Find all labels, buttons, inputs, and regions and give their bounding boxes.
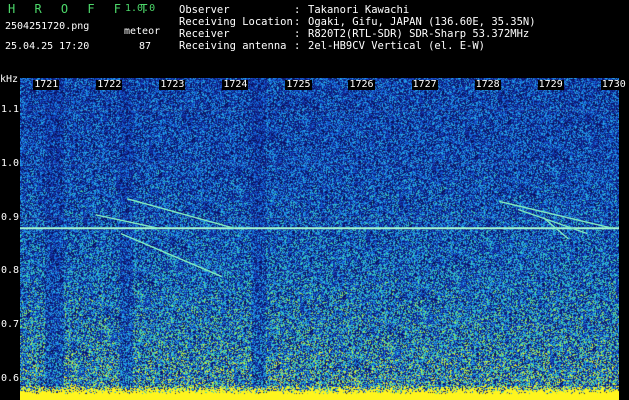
time-tick-label: 1729	[537, 79, 564, 90]
meteor-trace-1	[127, 198, 235, 229]
observer-value: Takanori Kawachi	[308, 4, 410, 16]
time-tick-label: 1722	[96, 79, 123, 90]
spectrogram	[20, 78, 619, 400]
time-tick-label: 1726	[348, 79, 375, 90]
spectrogram-overlay	[20, 109, 619, 379]
time-tick-label: 1721	[33, 79, 60, 90]
frequency-tick-label: 1.1	[1, 104, 20, 116]
receiver-key: Receiver	[179, 28, 230, 40]
time-tick-label: 1724	[222, 79, 249, 90]
frequency-tick-label: 0.7	[1, 318, 20, 330]
time-tick-label: 1723	[159, 79, 186, 90]
receiver-value: R820T2(RTL-SDR) SDR-Sharp 53.372MHz	[308, 28, 530, 40]
hrofft-window: H R O F F T 1.0.0 2504251720.png 25.04.2…	[0, 0, 629, 400]
meteor-trace-3	[95, 214, 159, 229]
meteor-trace-4	[499, 200, 613, 229]
observer-key: Observer	[179, 4, 230, 16]
file-name: 2504251720.png	[5, 21, 90, 32]
detection-mode: meteor	[124, 26, 161, 37]
observer-row: Observer: Takanori Kawachi	[179, 4, 410, 16]
frequency-tick-label: 0.9	[1, 211, 20, 223]
meteor-trace-2	[120, 232, 223, 278]
antenna-value: 2el-HB9CV Vertical (el. E-W)	[308, 40, 486, 52]
frequency-tick-label: 0.8	[1, 265, 20, 277]
time-tick-label: 1730	[600, 79, 627, 90]
time-tick-label: 1727	[411, 79, 438, 90]
frequency-tick-label: 0.6	[1, 372, 20, 384]
app-version: 1.0.0	[125, 3, 156, 14]
observation-datetime: 25.04.25 17:20	[5, 41, 90, 52]
location-row: Receiving Location: Ogaki, Gifu, JAPAN (1…	[179, 16, 536, 28]
frequency-unit-label: kHz	[0, 74, 19, 85]
meteor-count: 87	[139, 41, 152, 52]
receiver-row: Receiver: R820T2(RTL-SDR) SDR-Sharp 53.37…	[179, 28, 530, 40]
antenna-row: Receiving antenna:2el-HB9CV Vertical (el…	[179, 40, 486, 52]
antenna-key: Receiving antenna	[179, 40, 287, 52]
frequency-tick-label: 1.0	[1, 157, 20, 169]
meteor-trace-5	[517, 208, 588, 235]
time-tick-label: 1725	[285, 79, 312, 90]
location-key: Receiving Location	[179, 16, 293, 28]
time-tick-label: 1728	[474, 79, 501, 90]
location-value: Ogaki, Gifu, JAPAN (136.60E, 35.35N)	[308, 16, 536, 28]
